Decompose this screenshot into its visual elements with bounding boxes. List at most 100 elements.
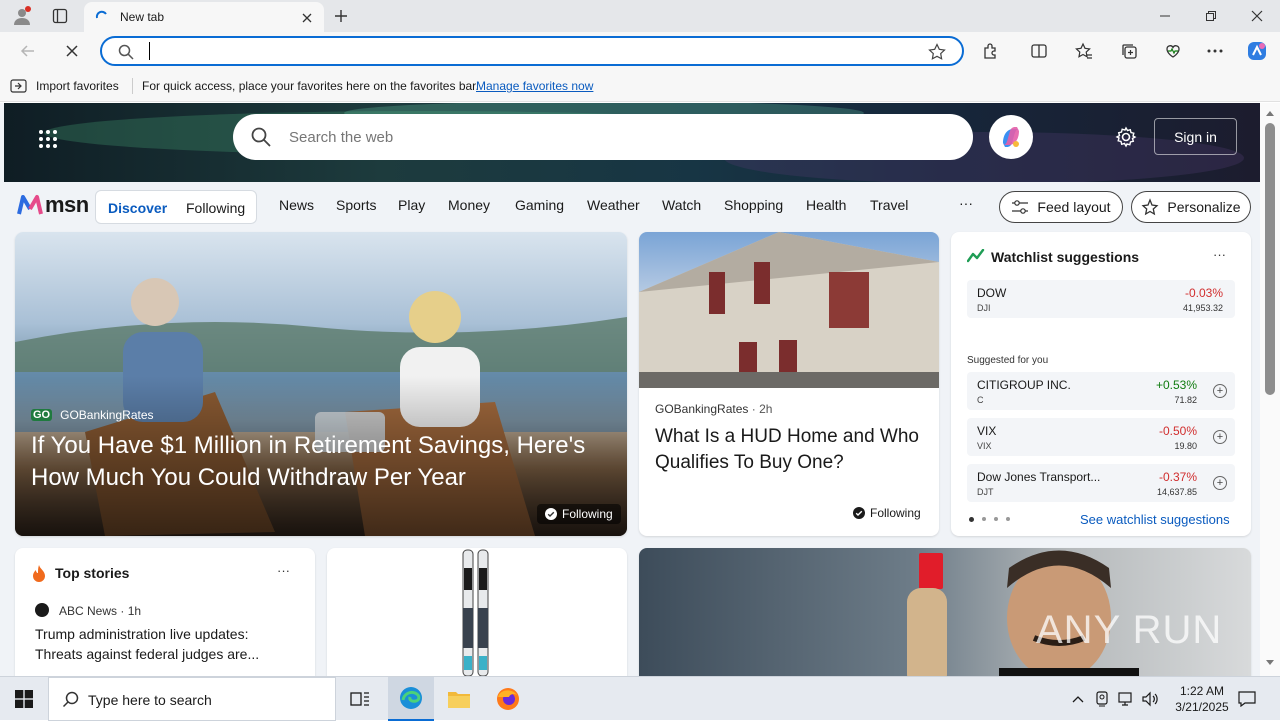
add-to-watchlist-icon[interactable]: + [1213,384,1227,398]
msn-search-placeholder: Search the web [289,129,394,146]
start-windows-icon[interactable] [0,677,48,721]
show-hidden-icons-chevron[interactable] [1068,689,1088,709]
favorites-bar: Import favorites For quick access, place… [0,70,1280,102]
hud-title[interactable]: What Is a HUD Home and Who Qualifies To … [655,424,925,476]
nav-weather[interactable]: Weather [587,197,640,213]
stock-row-dow[interactable]: DOW DJI -0.03% 41,953.32 [967,280,1235,318]
taskbar-search-box[interactable]: Type here to search [48,677,336,721]
browser-essentials-icon[interactable] [1162,40,1184,62]
tab-new-tab[interactable]: New tab [84,2,324,32]
favbar-divider [132,78,133,94]
minimize-icon[interactable] [1150,4,1180,28]
stock-row-djt[interactable]: Dow Jones Transport... DJT -0.37% 14,637… [967,464,1235,502]
tab-actions-icon[interactable] [50,6,70,26]
windows-taskbar: Type here to search 1:22 AM 3/21/2025 [0,676,1280,721]
extensions-icon[interactable] [980,40,1002,62]
nav-gaming[interactable]: Gaming [515,197,564,213]
personalize-button[interactable]: Personalize [1131,191,1251,223]
copilot-icon[interactable] [1244,38,1270,64]
nav-travel[interactable]: Travel [870,197,908,213]
tab-following[interactable]: Following [186,200,245,216]
stock-row-citigroup[interactable]: CITIGROUP INC. C +0.53% 71.82 + [967,372,1235,410]
stock-row-vix[interactable]: VIX VIX -0.50% 19.80 + [967,418,1235,456]
stock-name: CITIGROUP INC. [977,378,1071,392]
collections-icon[interactable] [1118,40,1140,62]
restore-icon[interactable] [1196,4,1226,28]
settings-more-icon[interactable] [1204,40,1226,62]
nav-sports[interactable]: Sports [336,197,376,213]
discover-following-toggle: Discover Following [95,190,257,224]
carousel-dots[interactable] [969,517,1010,522]
new-tab-icon[interactable] [330,5,352,27]
close-tab-icon[interactable] [296,7,318,29]
stock-ticker: VIX [977,441,992,451]
page-settings-gear-icon[interactable] [1114,125,1138,149]
firefox-icon[interactable] [485,677,531,721]
add-to-watchlist-icon[interactable]: + [1213,476,1227,490]
profile-icon[interactable] [10,4,34,28]
scroll-down-icon[interactable] [1260,655,1280,671]
nav-more-button[interactable]: ··· [959,195,973,211]
edge-taskbar-icon[interactable] [388,677,434,721]
scroll-up-icon[interactable] [1260,105,1280,121]
sign-in-button[interactable]: Sign in [1154,118,1237,155]
hud-article-card[interactable]: GOBankingRates · 2h What Is a HUD Home a… [639,232,939,536]
see-watchlist-link[interactable]: See watchlist suggestions [1080,512,1230,527]
add-to-watchlist-icon[interactable]: + [1213,430,1227,444]
top-story-source[interactable]: ABC News [59,604,117,618]
hero-source[interactable]: GO GOBankingRates [31,408,154,422]
hud-source-line: GOBankingRates · 2h [655,402,772,416]
back-arrow-icon[interactable] [16,40,40,62]
nav-shopping[interactable]: Shopping [724,197,783,213]
split-screen-icon[interactable] [1028,40,1050,62]
text-cursor [149,42,150,60]
scroll-thumb[interactable] [1265,123,1275,395]
nav-health[interactable]: Health [806,197,846,213]
apps-launcher-icon[interactable] [36,127,60,151]
import-icon [10,79,27,93]
hud-house-image [639,232,939,388]
stock-ticker: DJT [977,487,994,497]
ski-product-card[interactable] [327,548,627,676]
network-icon[interactable] [1116,689,1136,709]
watchlist-more-button[interactable]: ··· [1213,247,1226,262]
top-stories-title[interactable]: Top stories [55,565,129,581]
nav-watch[interactable]: Watch [662,197,701,213]
hero-title[interactable]: If You Have $1 Million in Retirement Sav… [31,430,611,494]
top-story-headline[interactable]: Trump administration live updates: Threa… [35,624,280,664]
watchlist-title[interactable]: Watchlist suggestions [991,249,1139,265]
task-view-icon[interactable] [340,677,380,721]
favorite-star-icon[interactable] [928,43,946,61]
import-favorites-button[interactable]: Import favorites [10,76,119,96]
people-tray-icon[interactable] [1092,689,1112,709]
hero-following-badge[interactable]: Following [537,504,621,524]
nav-play[interactable]: Play [398,197,425,213]
stop-loading-icon[interactable] [60,40,84,62]
anyrun-watermark: ANY RUN [1036,608,1222,653]
hero-article-card[interactable]: GO GOBankingRates If You Have $1 Million… [15,232,627,536]
hud-source[interactable]: GOBankingRates [655,402,748,416]
volume-icon[interactable] [1140,689,1160,709]
hud-following-badge[interactable]: Following [853,506,921,520]
stock-change: -0.37% [1158,470,1197,484]
copilot-icon[interactable] [989,115,1033,159]
manage-favorites-link[interactable]: Manage favorites now [476,79,593,93]
nav-money[interactable]: Money [448,197,490,213]
close-window-icon[interactable] [1242,4,1272,28]
address-bar[interactable] [100,36,964,66]
address-input[interactable] [148,42,908,60]
personalize-label: Personalize [1167,199,1241,215]
suggested-label: Suggested for you [967,355,1049,366]
top-stories-more-button[interactable]: ··· [277,563,290,578]
page-scrollbar[interactable] [1260,103,1280,676]
clock[interactable]: 1:22 AM 3/21/2025 [1164,683,1240,717]
msn-logo[interactable]: msn [17,192,89,218]
file-explorer-icon[interactable] [436,677,482,721]
feed-layout-button[interactable]: Feed layout [999,191,1123,223]
notifications-icon[interactable] [1236,689,1258,709]
msn-search-box[interactable]: Search the web [233,114,973,160]
nav-news[interactable]: News [279,197,314,213]
top-story-time: · 1h [120,604,142,618]
tab-discover[interactable]: Discover [108,200,167,216]
favorites-icon[interactable] [1073,40,1095,62]
